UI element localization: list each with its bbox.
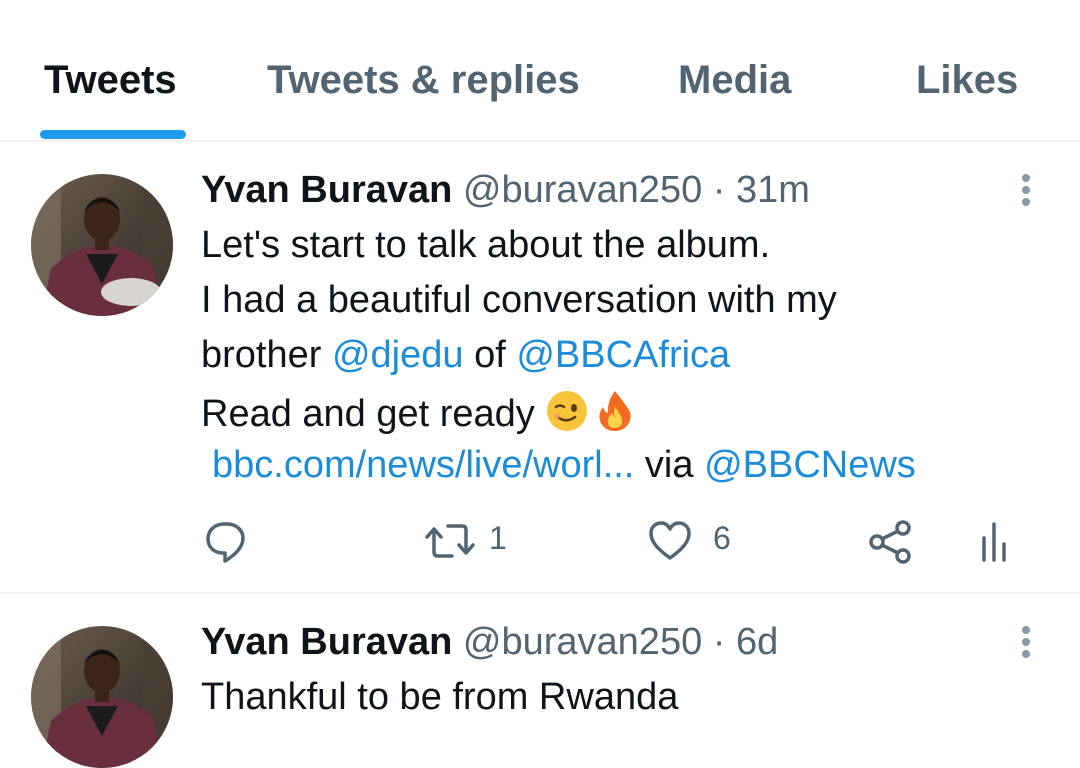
tweet-text-line: bbc.com/news/live/worl... via @BBCNews	[212, 444, 916, 487]
tweet-actions: 1 6	[0, 516, 1080, 566]
url-link[interactable]: bbc.com/news/live/worl...	[212, 444, 634, 486]
tweet-text-line: Let's start to talk about the album.	[201, 224, 771, 266]
tweet[interactable]: Yvan Buravan @buravan250 · 31m Let's sta…	[0, 142, 1080, 592]
mention-link[interactable]: @BBCAfrica	[516, 334, 730, 376]
tab-tweets[interactable]: Tweets	[44, 58, 177, 103]
separator-dot: ·	[712, 621, 726, 663]
tweet-text-line: Thankful to be from Rwanda	[201, 676, 679, 718]
mention-link[interactable]: @BBCNews	[704, 444, 916, 486]
like-count: 6	[713, 520, 731, 556]
author-handle[interactable]: @buravan250	[463, 621, 702, 663]
analytics-icon[interactable]	[978, 516, 1010, 566]
text-fragment: Read and get ready	[201, 393, 546, 435]
mention-link[interactable]: @djedu	[332, 334, 464, 376]
tweet-header: Yvan Buravan @buravan250 · 31m	[201, 169, 810, 212]
author-name[interactable]: Yvan Buravan	[201, 621, 452, 663]
reply-icon[interactable]	[203, 516, 249, 566]
tab-tweets-and-replies[interactable]: Tweets & replies	[267, 58, 580, 103]
more-options-icon[interactable]	[1010, 622, 1042, 662]
avatar[interactable]	[31, 626, 173, 768]
tweet-header: Yvan Buravan @buravan250 · 6d	[201, 621, 778, 664]
tab-likes[interactable]: Likes	[916, 58, 1018, 103]
text-fragment: brother	[201, 334, 332, 376]
tweet[interactable]: Yvan Buravan @buravan250 · 6d Thankful t…	[0, 594, 1080, 768]
tweet-time[interactable]: 6d	[736, 621, 778, 663]
more-options-icon[interactable]	[1010, 170, 1042, 210]
active-tab-indicator	[40, 130, 186, 139]
author-handle[interactable]: @buravan250	[463, 169, 702, 211]
tab-media[interactable]: Media	[678, 58, 791, 103]
text-fragment: of	[463, 334, 517, 376]
winking-face-emoji	[547, 391, 588, 431]
share-icon[interactable]	[866, 516, 914, 566]
text-fragment: via	[634, 444, 705, 486]
tweet-text-line: I had a beautiful conversation with my	[201, 279, 837, 321]
author-name[interactable]: Yvan Buravan	[201, 169, 452, 211]
separator-dot: ·	[712, 169, 726, 211]
fire-emoji	[599, 391, 631, 431]
retweet-count: 1	[489, 520, 507, 556]
tweet-text-line: Read and get ready	[201, 389, 637, 436]
profile-tabs: Tweets Tweets & replies Media Likes	[0, 0, 1080, 142]
avatar[interactable]	[31, 174, 173, 316]
tweet-text-line: brother @djedu of @BBCAfrica	[201, 334, 730, 377]
retweet-icon[interactable]	[424, 516, 476, 566]
tweet-time[interactable]: 31m	[736, 169, 810, 211]
like-icon[interactable]	[648, 516, 692, 566]
